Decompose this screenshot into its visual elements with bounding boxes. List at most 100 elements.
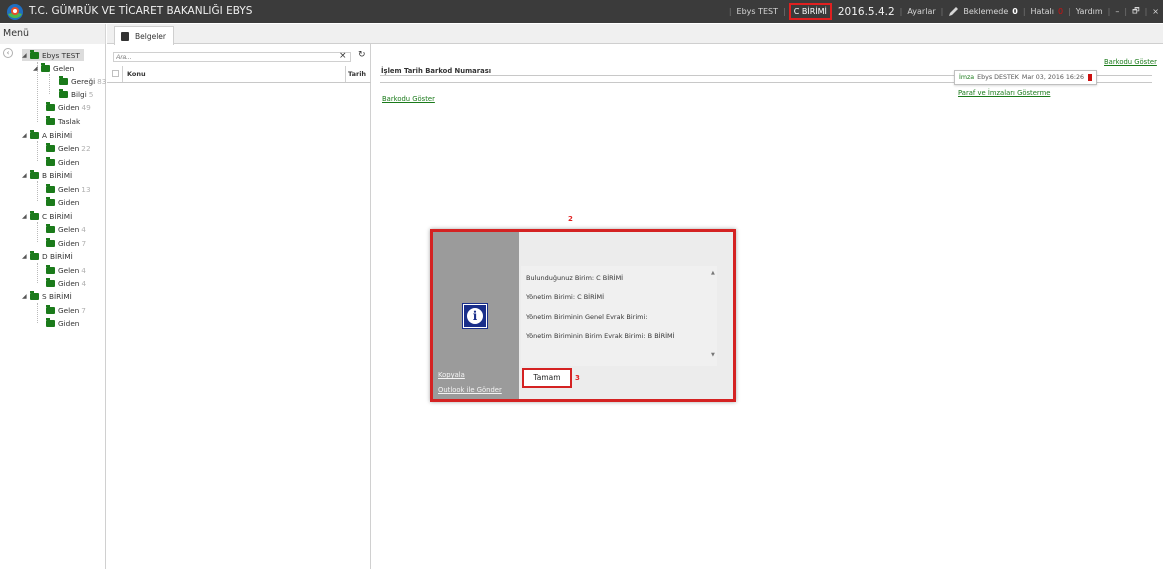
unit-selector[interactable]: C BİRİMİ	[788, 3, 832, 20]
message-line: Yönetim Birimi: C BİRİMİ	[526, 293, 605, 301]
folder-icon	[46, 277, 55, 287]
tab-belgeler[interactable]: Belgeler	[114, 26, 174, 45]
folder-icon	[46, 156, 55, 166]
pen-icon	[949, 7, 959, 16]
annotation-3: 3	[575, 374, 580, 382]
expand-icon[interactable]: ◢	[33, 65, 40, 72]
folder-icon	[46, 223, 55, 233]
message-area[interactable]: Bulunduğunuz Birim: C BİRİMİ Yönetim Bir…	[521, 266, 717, 366]
tree-node-d-gelen[interactable]: Gelen 4	[46, 264, 86, 276]
column-header-date[interactable]: Tarih	[348, 70, 366, 78]
sidebar-tree: ‹ ◢ Ebys TEST ◢ Gelen Gereği 83 Bilgi 5 …	[0, 44, 106, 569]
tree-node-s-birimi[interactable]: ◢ S BİRİMİ	[22, 290, 72, 302]
folder-icon	[30, 49, 39, 59]
expand-icon[interactable]: ◢	[22, 172, 29, 179]
tree-node-b-giden[interactable]: Giden	[46, 196, 79, 208]
tree-node-d-birimi[interactable]: ◢ D BİRİMİ	[22, 250, 73, 262]
dialog-content: Bulunduğunuz Birim: C BİRİMİ Yönetim Bir…	[519, 232, 733, 399]
folder-icon	[46, 264, 55, 274]
errors-label[interactable]: Hatalı	[1031, 7, 1054, 16]
signature-badge[interactable]: İmza Ebys DESTEK Mar 03, 2016 16:26	[954, 70, 1097, 85]
folder-icon	[46, 142, 55, 152]
detail-header: İşlem Tarih Barkod Numarası	[381, 67, 492, 75]
app-title: T.C. GÜMRÜK VE TİCARET BAKANLIĞI EBYS	[29, 5, 253, 17]
barcode-link[interactable]: Barkodu Göster	[382, 95, 435, 103]
tree-node-c-giden[interactable]: Giden 7	[46, 237, 86, 249]
expand-icon[interactable]: ◢	[22, 132, 29, 139]
tree-node-c-gelen[interactable]: Gelen 4	[46, 223, 86, 235]
folder-icon	[30, 210, 39, 220]
list-header: Konu Tarih	[107, 65, 371, 83]
tree-node-giden[interactable]: Giden 49	[46, 101, 91, 113]
tree-node-s-gelen[interactable]: Gelen 7	[46, 304, 86, 316]
clear-search-icon[interactable]: ×	[339, 51, 347, 61]
scroll-up-icon[interactable]: ▲	[711, 270, 715, 276]
tree-node-b-gelen[interactable]: Gelen 13	[46, 183, 91, 195]
close-button[interactable]: ×	[1152, 7, 1159, 16]
expand-icon[interactable]: ◢	[22, 293, 29, 300]
folder-icon	[46, 317, 55, 327]
expand-icon[interactable]: ◢	[22, 253, 29, 260]
folder-icon	[30, 290, 39, 300]
folder-icon	[46, 304, 55, 314]
tree-node-s-giden[interactable]: Giden	[46, 317, 79, 329]
refresh-icon[interactable]: ↻	[358, 50, 366, 60]
outlook-send-link[interactable]: Outlook ile Gönder	[438, 386, 502, 394]
copy-link[interactable]: Kopyala	[438, 371, 465, 379]
message-line: Yönetim Biriminin Genel Evrak Birimi:	[526, 313, 648, 321]
app-logo-icon	[7, 4, 23, 20]
tab-bar: Belgeler	[107, 24, 1163, 45]
restore-button[interactable]: 🗗	[1132, 5, 1140, 19]
user-name[interactable]: Ebys TEST	[737, 7, 778, 16]
folder-icon	[59, 88, 68, 98]
tree-node-taslak[interactable]: Taslak	[46, 115, 80, 127]
message-line: Bulunduğunuz Birim: C BİRİMİ	[526, 274, 624, 282]
version-label: 2016.5.4.2	[837, 5, 895, 18]
menu-header: Menü	[0, 24, 106, 44]
folder-icon	[46, 183, 55, 193]
tree-node-b-birimi[interactable]: ◢ B BİRİMİ	[22, 169, 72, 181]
barcode-link-top[interactable]: Barkodu Göster	[1104, 58, 1157, 66]
minimize-button[interactable]: –	[1115, 7, 1119, 16]
dialog-sidebar: i Kopyala Outlook ile Gönder	[433, 232, 519, 399]
info-icon: i	[463, 304, 487, 328]
settings-link[interactable]: Ayarlar	[907, 7, 935, 16]
folder-icon	[30, 169, 39, 179]
paraf-link[interactable]: Paraf ve İmzaları Gösterme	[958, 89, 1050, 97]
folder-icon	[59, 75, 68, 85]
column-header-subject[interactable]: Konu	[127, 70, 146, 78]
folder-icon	[41, 62, 50, 72]
title-bar: T.C. GÜMRÜK VE TİCARET BAKANLIĞI EBYS | …	[0, 0, 1163, 23]
tree-node-a-giden[interactable]: Giden	[46, 156, 79, 168]
pending-label[interactable]: Beklemede	[963, 7, 1008, 16]
message-line: Yönetim Biriminin Birim Evrak Birimi: B …	[526, 332, 675, 340]
expand-icon[interactable]: ◢	[22, 52, 29, 59]
book-icon	[121, 31, 129, 41]
collapse-menu-icon[interactable]: ‹	[3, 48, 13, 58]
tree-node-a-birimi[interactable]: ◢ A BİRİMİ	[22, 129, 72, 141]
document-list-pane: × ↻ Konu Tarih	[107, 44, 371, 569]
bookmark-icon	[1088, 74, 1092, 81]
scroll-down-icon[interactable]: ▼	[711, 352, 715, 358]
info-dialog: i Kopyala Outlook ile Gönder Bulunduğunu…	[430, 229, 736, 402]
tree-node-root[interactable]: ◢ Ebys TEST	[22, 49, 84, 61]
folder-icon	[30, 129, 39, 139]
expand-icon[interactable]: ◢	[22, 213, 29, 220]
tree-node-a-gelen[interactable]: Gelen 22	[46, 142, 91, 154]
ok-button[interactable]: Tamam	[522, 368, 572, 388]
tree-node-d-giden[interactable]: Giden 4	[46, 277, 86, 289]
pending-count: 0	[1012, 7, 1018, 16]
tree-node-c-birimi[interactable]: ◢ C BİRİMİ	[22, 210, 72, 222]
folder-icon	[46, 115, 55, 125]
tree-node-bilgi[interactable]: Bilgi 5	[59, 88, 93, 100]
folder-icon	[46, 237, 55, 247]
help-link[interactable]: Yardım	[1076, 7, 1103, 16]
search-input[interactable]	[113, 52, 351, 62]
menu-title: Menü	[3, 28, 30, 39]
tree-node-geregi[interactable]: Gereği 83	[59, 75, 106, 87]
select-all-checkbox[interactable]	[112, 70, 119, 77]
tree-node-gelen[interactable]: ◢ Gelen	[33, 62, 74, 74]
folder-icon	[30, 250, 39, 260]
errors-count: 0	[1057, 7, 1064, 16]
folder-icon	[46, 196, 55, 206]
